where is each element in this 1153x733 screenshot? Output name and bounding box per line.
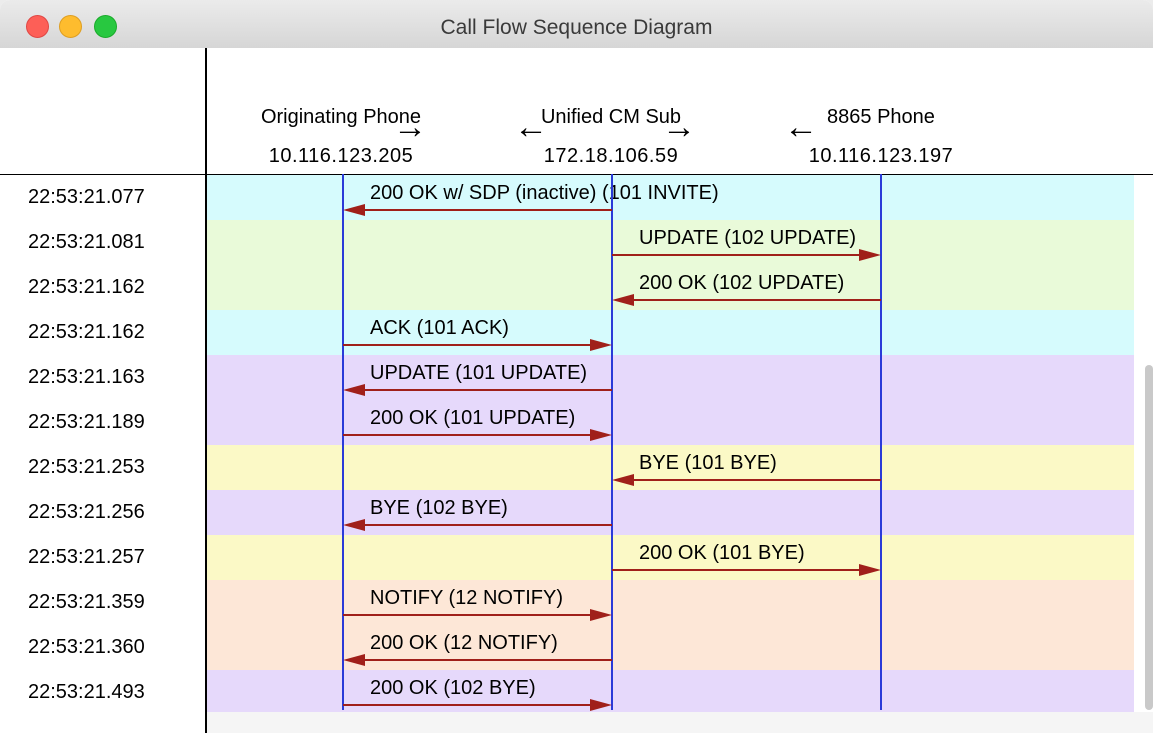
message-arrowhead (590, 699, 612, 711)
message-arrowhead (859, 564, 881, 576)
message-arrowhead (343, 384, 365, 396)
message-arrowhead (859, 249, 881, 261)
message-arrowhead (343, 519, 365, 531)
message-arrowhead (590, 339, 612, 351)
message-arrowhead (343, 204, 365, 216)
message-arrows (343, 204, 881, 711)
bottom-strip (207, 712, 1153, 733)
message-arrowhead (612, 294, 634, 306)
message-arrowhead (590, 429, 612, 441)
message-arrowhead (590, 609, 612, 621)
sequence-diagram-window: Call Flow Sequence Diagram → ← → ← Origi… (0, 0, 1153, 733)
time-column-divider (205, 48, 207, 733)
vertical-scrollbar[interactable] (1145, 365, 1153, 710)
message-arrowhead (343, 654, 365, 666)
message-arrowhead (612, 474, 634, 486)
